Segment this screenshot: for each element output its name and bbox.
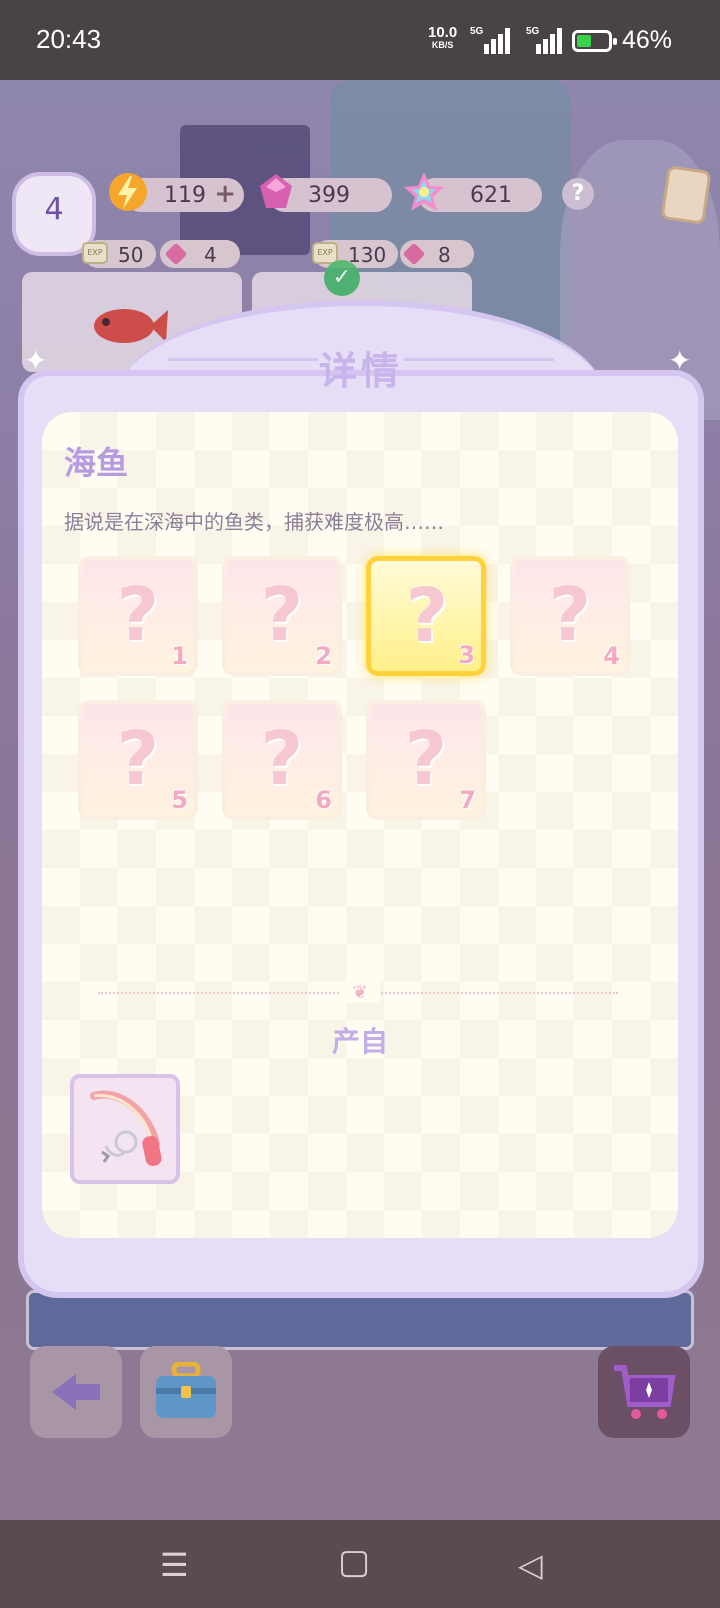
back-icon[interactable]: ◁ [518,1546,543,1584]
small-gem-icon [164,242,188,266]
fishing-rod-icon [90,1090,162,1167]
sim2-label: 5G [526,26,540,37]
variant-number: 3 [458,641,475,669]
slot1-exp: EXP 50 [82,240,156,268]
variant-card-6[interactable]: ? 6 [222,700,342,820]
toolbox-icon [156,1362,216,1418]
signal-icon: 5G [470,26,510,54]
variant-number: 6 [315,786,332,814]
variant-card-7[interactable]: ? 7 [366,700,486,820]
star-counter: 621 [404,172,542,212]
variant-card-2[interactable]: ? 2 [222,556,342,676]
toolbox-button[interactable] [140,1346,232,1438]
sparkle-icon: ✦ [24,344,48,377]
card-book-icon[interactable] [660,165,712,225]
variant-number: 4 [603,642,620,670]
rainbow-star-icon [404,172,444,211]
dialog-content: 海鱼 据说是在深海中的鱼类，捕获难度极高…… ? 1 ? 2 ? 3 ? 4 ?… [42,412,678,1238]
battery-percent: 46% [622,26,673,54]
item-description: 据说是在深海中的鱼类，捕获难度极高…… [64,510,444,534]
energy-value: 119 [164,183,206,208]
shop-button[interactable] [598,1346,690,1438]
battery-icon [572,30,617,52]
back-button[interactable] [30,1346,122,1438]
battery-fill [577,35,591,47]
slot1-gem-value: 4 [204,243,217,267]
variant-card-5[interactable]: ? 5 [78,700,198,820]
source-label: 产自 [331,1025,388,1058]
slot1-exp-value: 50 [118,243,144,267]
item-shelf [26,1290,694,1350]
source-item-fishing-rod[interactable] [70,1074,180,1184]
gem-counter: 399 [260,174,392,212]
variant-number: 5 [171,786,188,814]
star-value: 621 [470,183,512,208]
menu-icon[interactable]: ☰ [160,1546,189,1584]
help-button[interactable]: ? [562,178,594,210]
variant-number: 1 [171,642,188,670]
details-dialog: 详情 ✦ ✦ 海鱼 据说是在深海中的鱼类，捕获难度极高…… ? 1 ? 2 ? … [18,300,704,1298]
dialog-title: 详情 [318,349,403,393]
slot2-gem-value: 8 [438,243,451,267]
variant-number: 7 [459,786,476,814]
variant-card-4[interactable]: ? 4 [510,556,630,676]
energy-counter: 119 + [109,173,244,212]
lightning-icon [109,173,147,211]
network-speed-unit: KB/S [431,40,454,50]
level-number: 4 [44,192,64,227]
variant-number: 2 [315,642,332,670]
status-bar: 20:43 10.0 KB/S 5G 5G 46% [0,0,720,80]
clock: 20:43 [36,24,102,54]
variant-card-1[interactable]: ? 1 [78,556,198,676]
energy-plus-button[interactable]: + [214,179,236,209]
pink-gem-icon [260,174,292,208]
slot2-gems: 8 [400,240,474,268]
network-speed: 10.0 KB/S [428,25,457,52]
variant-card-3-selected[interactable]: ? 3 [366,556,486,676]
bow-icon: ❦ [340,982,380,1003]
sparkle-icon: ✦ [668,344,692,377]
sim1-label: 5G [470,26,484,37]
slot2-exp: EXP 130 [312,240,398,268]
signal-icon-2: 5G [526,26,562,54]
exp-icon: EXP [82,242,108,264]
small-gem-icon [402,242,426,266]
slot1-gems: 4 [160,240,240,268]
gem-value: 399 [308,183,350,208]
check-icon: ✓ [324,260,360,296]
navigation-bar: ☰ ▢ ◁ [0,1520,720,1608]
shopping-cart-icon [614,1365,676,1419]
back-arrow-icon [52,1374,100,1410]
item-name: 海鱼 [64,444,129,482]
home-icon[interactable]: ▢ [338,1542,370,1582]
